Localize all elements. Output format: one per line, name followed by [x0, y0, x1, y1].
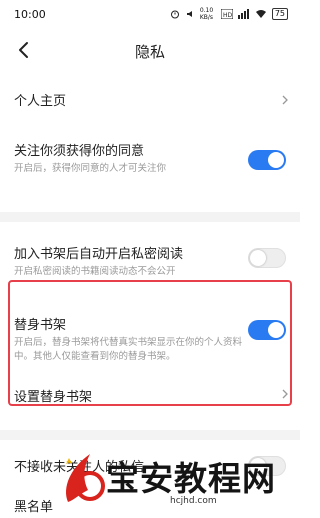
status-time: 10:00	[14, 7, 46, 21]
watermark-url: hcjhd.com	[170, 496, 217, 506]
watermark-text: 宝安教程网	[106, 459, 276, 498]
private-read-label: 加入书架后自动开启私密阅读	[14, 247, 184, 262]
network-speed: 0.10 KB/s	[199, 7, 214, 21]
wifi-off-icon: HD	[220, 9, 233, 19]
page-title: 隐私	[134, 42, 165, 61]
follow-consent-label: 关注你须获得你的同意	[14, 144, 145, 159]
follow-consent-toggle[interactable]	[248, 150, 286, 170]
mute-icon	[186, 11, 192, 17]
private-read-desc: 开启私密阅读的书籍阅读动态不会公开	[14, 266, 176, 277]
toggle-knob	[268, 322, 284, 338]
toggle-knob	[268, 152, 284, 168]
row-set-proxy-shelf[interactable]: 设置替身书架	[0, 384, 300, 424]
proxy-shelf-label: 替身书架	[14, 318, 67, 333]
follow-consent-desc: 开启后，获得你同意的人才可关注你	[14, 163, 167, 174]
battery-icon: 75	[271, 8, 288, 20]
proxy-shelf-desc: 开启后，替身书架将代替真实书架显示在你的个人资料中。其他人仅能查看到你的替身书架…	[14, 337, 243, 362]
toggle-knob	[250, 250, 266, 266]
watermark-logo-icon	[66, 454, 105, 502]
private-read-toggle[interactable]	[248, 248, 286, 268]
section-divider	[0, 430, 300, 440]
row-proxy-shelf: 替身书架 开启后，替身书架将代替真实书架显示在你的个人资料中。其他人仅能查看到你…	[0, 306, 300, 384]
signal-icon	[237, 9, 249, 19]
wifi-icon	[255, 10, 266, 18]
homepage-label: 个人主页	[14, 94, 67, 109]
chevron-right-icon	[282, 389, 288, 399]
section-divider	[0, 212, 300, 222]
alarm-icon	[170, 10, 179, 19]
nav-bar: 隐私	[0, 28, 300, 74]
svg-text:HD: HD	[223, 12, 233, 19]
row-homepage[interactable]: 个人主页	[0, 74, 300, 126]
status-icons: 0.10 KB/s HD 75	[170, 7, 288, 21]
chevron-right-icon	[282, 95, 288, 105]
proxy-shelf-toggle[interactable]	[248, 320, 286, 340]
back-arrow-icon[interactable]	[14, 40, 34, 60]
row-follow-consent: 关注你须获得你的同意 开启后，获得你同意的人才可关注你	[0, 126, 300, 188]
row-private-read: 加入书架后自动开启私密阅读 开启私密阅读的书籍阅读动态不会公开	[0, 222, 300, 280]
status-bar: 10:00 0.10 KB/s HD 75	[0, 0, 300, 28]
set-proxy-shelf-label: 设置替身书架	[14, 390, 93, 405]
watermark: 宝安教程网 hcjhd.com	[60, 448, 300, 511]
